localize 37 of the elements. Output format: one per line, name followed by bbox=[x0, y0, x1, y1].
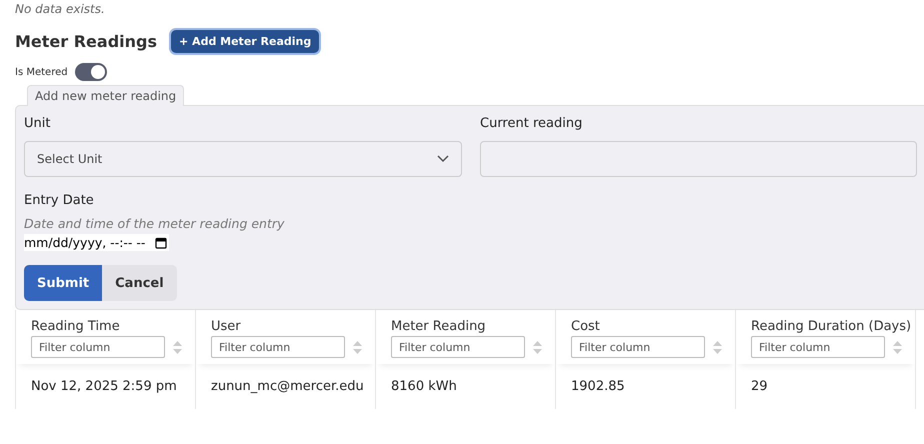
sort-icon[interactable] bbox=[353, 340, 362, 354]
column-title: Reading Duration (Days) bbox=[751, 319, 909, 334]
table-cell: Nov 12, 2025 2:59 pm bbox=[16, 364, 196, 409]
field-label: Unit bbox=[24, 116, 52, 131]
submit-button[interactable]: Submit bbox=[24, 265, 102, 301]
entry-date-field[interactable]: mm/dd/yyyy, --:-- -- bbox=[24, 234, 170, 251]
table-cell: 1902.85 bbox=[556, 364, 736, 409]
field-hint: Date and time of the meter reading entry bbox=[24, 216, 286, 231]
field-label: Entry Date bbox=[24, 193, 95, 208]
sort-icon[interactable] bbox=[533, 340, 542, 354]
sort-icon[interactable] bbox=[893, 340, 902, 354]
sort-icon[interactable] bbox=[173, 340, 182, 354]
chevron-down-icon bbox=[437, 155, 449, 163]
table-cell: 29 bbox=[736, 364, 916, 409]
filter-field[interactable]: Filter column bbox=[391, 336, 525, 358]
column-title: User bbox=[211, 319, 242, 334]
filter-field[interactable]: Filter column bbox=[571, 336, 705, 358]
table-cell: zunun_mc@mercer.edu bbox=[196, 364, 376, 409]
column-title: Cost bbox=[571, 319, 601, 334]
filter-field[interactable]: Filter column bbox=[751, 336, 885, 358]
add-meter-reading-button[interactable]: + Add Meter Reading bbox=[171, 30, 320, 53]
sort-icon[interactable] bbox=[713, 340, 722, 354]
filter-field[interactable]: Filter column bbox=[31, 336, 165, 358]
column-title: Reading Time bbox=[31, 319, 121, 334]
field-label: Current reading bbox=[480, 116, 584, 131]
form-legend: Add new meter reading bbox=[27, 85, 184, 106]
empty-message: No data exists. bbox=[15, 2, 105, 16]
table-cell: 8160 kWh bbox=[376, 364, 556, 409]
current-reading-field[interactable] bbox=[480, 141, 917, 177]
calendar-icon bbox=[155, 236, 168, 248]
column-title: Meter Reading bbox=[391, 319, 487, 334]
filter-field[interactable]: Filter column bbox=[211, 336, 345, 358]
toggle-label: Is Metered bbox=[15, 66, 68, 78]
section-title: Meter Readings bbox=[15, 32, 158, 51]
is-metered-toggle[interactable] bbox=[74, 63, 107, 81]
cancel-button[interactable]: Cancel bbox=[102, 265, 177, 301]
unit-select[interactable]: Select Unit bbox=[24, 141, 462, 177]
